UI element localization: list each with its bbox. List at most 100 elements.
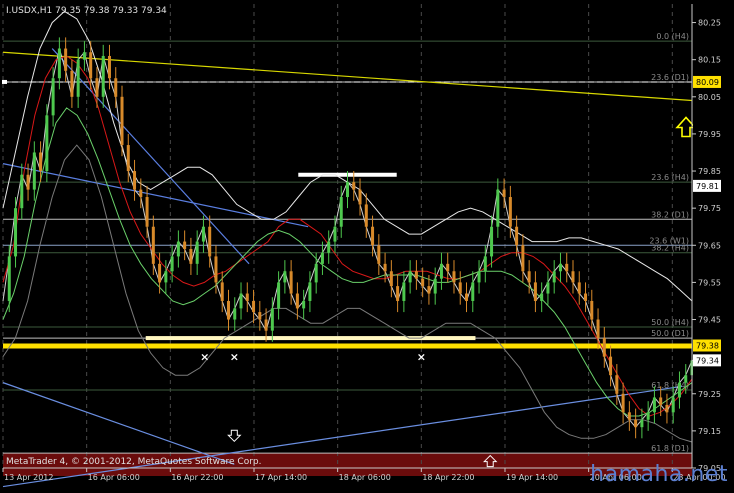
candle-body	[383, 263, 387, 272]
candle-body	[558, 263, 562, 272]
candle-body	[352, 182, 356, 190]
candle-body	[652, 397, 656, 413]
candle-body	[446, 263, 450, 272]
candle-body	[70, 70, 74, 97]
candle-body	[364, 204, 368, 227]
chart-svg: 0.0 (H4)23.6 (D1)23.6 (H4)38.2 (D1)23.6 …	[0, 0, 734, 489]
candle-body	[483, 256, 487, 272]
fib-level-label: 0.0 (H4)	[656, 32, 689, 41]
candle-body	[107, 55, 111, 79]
y-tick-label: 80.05	[698, 93, 721, 102]
candle-body	[7, 256, 11, 301]
fib-level-label: 50.0 (D1)	[651, 329, 689, 338]
symbol-header: I.USDX,H1 79.35 79.38 79.33 79.34	[6, 6, 167, 16]
level-marker	[2, 79, 7, 84]
x-tick-label: 19 Apr 14:00	[506, 473, 558, 482]
y-tick-label: 79.45	[698, 316, 721, 325]
x-tick-label: 16 Apr 22:00	[171, 473, 223, 482]
candle-body	[195, 241, 199, 264]
candle-body	[577, 282, 581, 294]
candle-body	[402, 282, 406, 301]
watermark: hamaha.net	[590, 462, 728, 487]
candle-body	[571, 271, 575, 283]
candle-body	[51, 78, 55, 116]
candle-body	[496, 189, 500, 227]
candle-body	[314, 263, 318, 283]
candle-body	[371, 226, 375, 246]
candle-body	[627, 412, 631, 420]
candle-body	[565, 263, 569, 272]
candle-body	[527, 271, 531, 283]
price-badge-label: 79.38	[696, 342, 719, 351]
candle-body	[120, 96, 124, 146]
candle-body	[133, 171, 137, 190]
candle-body	[333, 226, 337, 242]
candle-body	[95, 78, 99, 97]
candle-body	[490, 226, 494, 257]
candle-body	[596, 319, 600, 339]
candle-body	[208, 226, 212, 257]
y-tick-label: 79.85	[698, 167, 721, 176]
candle-body	[76, 59, 80, 97]
y-tick-label: 79.25	[698, 390, 721, 399]
candle-body	[101, 55, 105, 97]
candle-body	[258, 312, 262, 320]
candle-body	[14, 208, 18, 257]
y-tick-label: 80.15	[698, 56, 721, 65]
candle-body	[20, 174, 24, 209]
candle-body	[615, 375, 619, 394]
candle-body	[183, 241, 187, 249]
candle-body	[389, 271, 393, 287]
candle-body	[665, 404, 669, 413]
fib-level-label: 23.6 (D1)	[651, 73, 689, 82]
candle-body	[346, 182, 349, 198]
candle-body	[164, 271, 168, 283]
candle-body	[408, 271, 412, 283]
candle-body	[283, 271, 287, 283]
candle-body	[396, 286, 400, 301]
candle-body	[465, 293, 469, 301]
x-tick-label: 13 Apr 2012	[4, 473, 53, 482]
candle-body	[145, 197, 149, 227]
candle-body	[295, 293, 299, 309]
cross-marker: ×	[230, 351, 239, 364]
candle-body	[252, 300, 256, 313]
candle-body	[421, 278, 425, 287]
price-badge-label: 79.81	[696, 182, 719, 191]
candle-body	[220, 282, 224, 301]
candle-body	[552, 271, 556, 283]
candle-body	[471, 282, 475, 301]
fib-level-label: 23.6 (H4)	[651, 173, 689, 182]
candle-body	[621, 393, 625, 413]
candle-body	[158, 263, 162, 283]
candle-body	[646, 412, 650, 420]
candle-body	[477, 271, 481, 283]
candle-body	[546, 282, 550, 294]
candle-body	[26, 174, 30, 190]
candle-body	[39, 152, 43, 172]
candle-body	[677, 382, 681, 398]
x-tick-label: 18 Apr 22:00	[422, 473, 474, 482]
candle-body	[433, 278, 437, 294]
x-tick-label: 18 Apr 06:00	[339, 473, 391, 482]
candle-body	[659, 397, 663, 405]
candle-body	[521, 245, 525, 272]
candle-body	[114, 78, 118, 97]
candle-body	[358, 189, 362, 205]
price-badge-label: 80.09	[696, 78, 719, 87]
support-line	[3, 343, 692, 349]
y-tick-label: 79.65	[698, 241, 721, 250]
x-tick-label: 17 Apr 14:00	[255, 473, 307, 482]
candle-body	[302, 300, 306, 309]
candle-body	[270, 308, 274, 331]
candle-body	[89, 52, 93, 79]
cross-marker: ×	[200, 351, 209, 364]
candle-body	[458, 282, 462, 294]
fib-level-label: 38.2 (H4)	[651, 244, 689, 253]
candle-body	[584, 293, 588, 301]
candle-body	[64, 48, 68, 71]
candle-body	[320, 252, 324, 264]
candle-body	[439, 263, 443, 279]
candle-body	[245, 293, 249, 301]
candle-body	[502, 189, 506, 198]
